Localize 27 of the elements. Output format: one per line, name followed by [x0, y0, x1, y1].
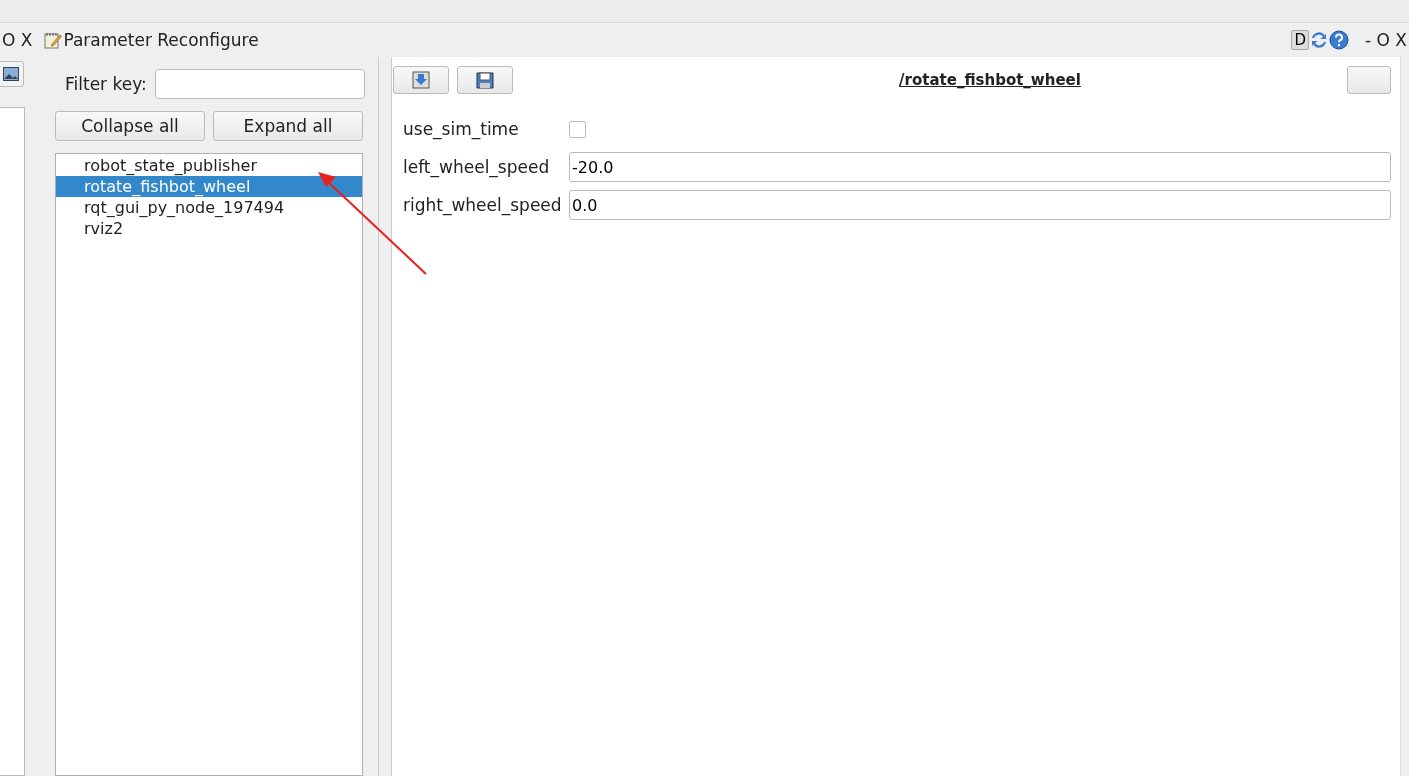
- filter-input[interactable]: [154, 69, 365, 99]
- param-name: left_wheel_speed: [403, 157, 551, 177]
- window-title: Parameter Reconfigure: [63, 30, 259, 50]
- notepad-icon: [44, 31, 63, 49]
- param-input[interactable]: 0.0: [569, 190, 1391, 220]
- param-name: right_wheel_speed: [403, 195, 563, 215]
- node-item[interactable]: robot_state_publisher: [56, 155, 362, 176]
- param-name: use_sim_time: [403, 119, 520, 139]
- load-button[interactable]: [393, 66, 449, 94]
- save-icon: [476, 71, 494, 89]
- save-button[interactable]: [457, 66, 513, 94]
- window-controls[interactable]: - O X: [1363, 30, 1409, 50]
- node-item[interactable]: rqt_gui_py_node_197494: [56, 197, 362, 218]
- expand-button[interactable]: Expand all: [213, 111, 363, 141]
- param-input[interactable]: -20.0: [569, 152, 1391, 182]
- node-item[interactable]: rviz2: [56, 218, 362, 239]
- node-title: /rotate_fishbot_wheel: [898, 71, 1082, 89]
- dock-button[interactable]: D: [1291, 30, 1310, 50]
- image-button[interactable]: [0, 61, 24, 87]
- param-checkbox[interactable]: [569, 120, 586, 138]
- dock-controls[interactable]: O X: [0, 30, 35, 50]
- node-item[interactable]: rotate_fishbot_wheel: [56, 176, 362, 197]
- collapse-button[interactable]: Collapse all: [55, 111, 205, 141]
- picture-icon: [3, 67, 19, 81]
- filter-label: Filter key:: [65, 74, 147, 94]
- help-icon[interactable]: [1329, 30, 1350, 50]
- load-icon: [412, 71, 430, 89]
